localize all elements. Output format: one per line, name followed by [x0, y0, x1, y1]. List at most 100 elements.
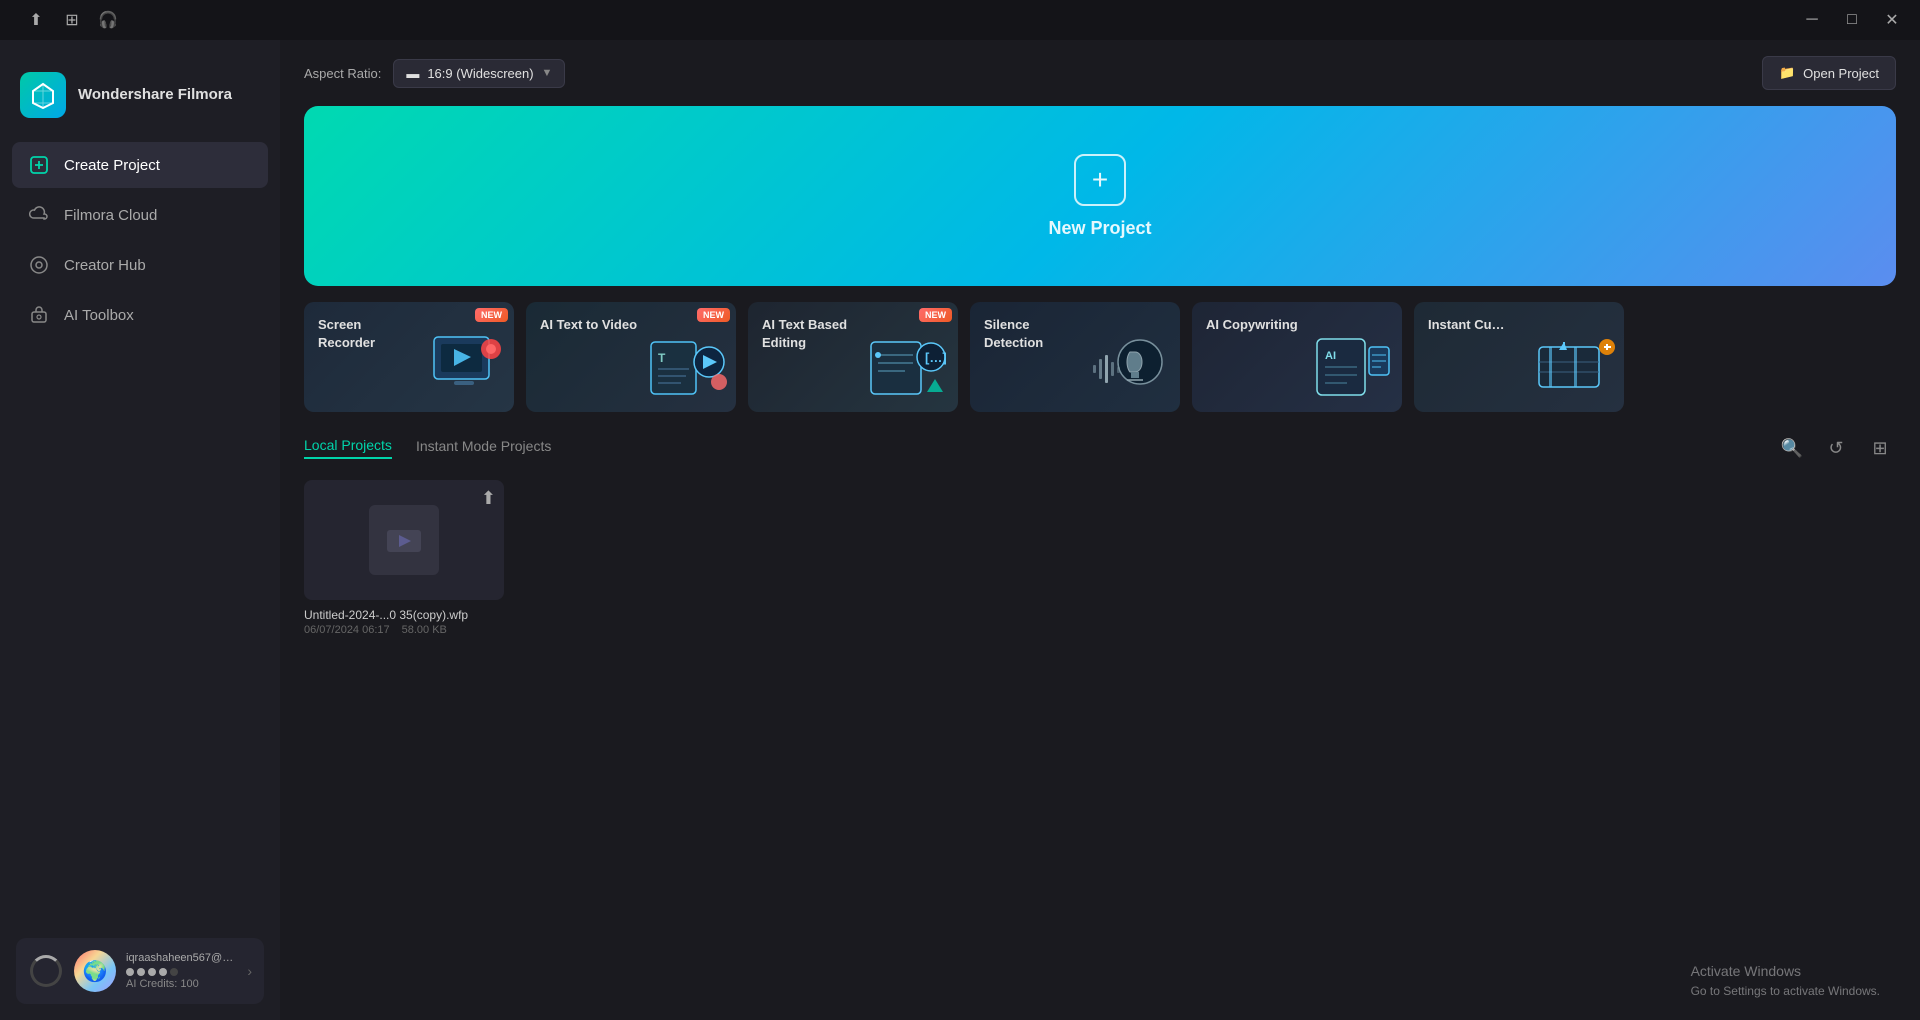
- feature-card-instant-cut[interactable]: Instant Cu…: [1414, 302, 1624, 412]
- open-project-button[interactable]: 📁 Open Project: [1762, 56, 1896, 90]
- app-name: Wondershare Filmora: [78, 85, 232, 105]
- create-project-icon: [28, 154, 50, 176]
- chevron-right-icon: ›: [247, 963, 252, 979]
- minimize-button[interactable]: ─: [1796, 4, 1828, 36]
- feature-card-label: AI Text to Video: [540, 316, 637, 334]
- user-dots: [126, 968, 237, 976]
- dot-2: [137, 968, 145, 976]
- sidebar: Wondershare Filmora Create Project: [0, 40, 280, 1020]
- aspect-ratio-label: Aspect Ratio:: [304, 66, 381, 81]
- feature-card-silence-detection[interactable]: Silence Detection: [970, 302, 1180, 412]
- search-button[interactable]: 🔍: [1776, 432, 1808, 464]
- refresh-button[interactable]: ↺: [1820, 432, 1852, 464]
- sidebar-item-label: Creator Hub: [64, 257, 146, 274]
- svg-text:T: T: [658, 351, 666, 365]
- project-name: Untitled-2024-...0 35(copy).wfp: [304, 608, 504, 622]
- svg-text:[…]: […]: [925, 350, 947, 365]
- upload-icon: ⬆: [481, 488, 496, 509]
- folder-icon: 📁: [1779, 65, 1795, 81]
- user-credits: AI Credits: 100: [126, 978, 237, 990]
- main-layout: Wondershare Filmora Create Project: [0, 40, 1920, 1020]
- aspect-ratio-value: 16:9 (Widescreen): [427, 66, 533, 81]
- open-project-label: Open Project: [1803, 66, 1879, 81]
- dot-1: [126, 968, 134, 976]
- instant-cut-icon: [1529, 327, 1619, 407]
- dot-3: [148, 968, 156, 976]
- project-meta: 06/07/2024 06:17 58.00 KB: [304, 624, 504, 636]
- dot-4: [159, 968, 167, 976]
- ai-text-based-editing-icon: […]: [863, 327, 953, 407]
- projects-tabs: Local Projects Instant Mode Projects 🔍 ↺…: [304, 432, 1896, 464]
- aspect-ratio-dropdown[interactable]: ▬ 16:9 (Widescreen) ▼: [393, 59, 565, 88]
- project-thumbnail: ⬆: [304, 480, 504, 600]
- sidebar-item-filmora-cloud[interactable]: Filmora Cloud: [12, 192, 268, 238]
- nav-items: Create Project Filmora Cloud Creator: [0, 142, 280, 338]
- feature-card-ai-text-based-editing[interactable]: NEW AI Text Based Editing […]: [748, 302, 958, 412]
- dot-5: [170, 968, 178, 976]
- titlebar: ⬆ ⊞ 🎧 ─ □ ✕: [0, 0, 1920, 40]
- feature-cards: NEW Screen Recorder NEW AI Text to V: [304, 302, 1896, 412]
- sidebar-bottom: 🌍 iqraashaheen567@gmail.c... AI Credits:…: [0, 922, 280, 1020]
- feature-card-label: Silence Detection: [984, 316, 1084, 352]
- tab-instant-mode-projects[interactable]: Instant Mode Projects: [416, 438, 551, 458]
- projects-actions: 🔍 ↺ ⊞: [1776, 432, 1896, 464]
- headset-icon-btn[interactable]: 🎧: [92, 4, 124, 36]
- new-badge: NEW: [475, 308, 508, 322]
- user-info: iqraashaheen567@gmail.c... AI Credits: 1…: [126, 952, 237, 990]
- content-area: Aspect Ratio: ▬ 16:9 (Widescreen) ▼ 📁 Op…: [280, 40, 1920, 1020]
- user-avatar: 🌍: [74, 950, 116, 992]
- maximize-button[interactable]: □: [1836, 4, 1868, 36]
- silence-detection-icon: [1085, 327, 1175, 407]
- feature-card-label: AI Text Based Editing: [762, 316, 862, 352]
- project-thumbnail-inner: [369, 505, 439, 575]
- user-email: iqraashaheen567@gmail.c...: [126, 952, 237, 964]
- sidebar-item-label: Create Project: [64, 157, 160, 174]
- projects-grid: ⬆ Untitled-2024-...0 35(copy).wfp 06/07/…: [304, 480, 1896, 636]
- logo-area: Wondershare Filmora: [0, 56, 280, 142]
- new-project-label: New Project: [1048, 218, 1151, 239]
- app-title: Wondershare Filmora: [78, 85, 232, 105]
- project-card[interactable]: ⬆ Untitled-2024-...0 35(copy).wfp 06/07/…: [304, 480, 504, 636]
- feature-card-label: AI Copywriting: [1206, 316, 1298, 334]
- feature-card-label: Screen Recorder: [318, 316, 418, 352]
- aspect-ratio-selector: Aspect Ratio: ▬ 16:9 (Widescreen) ▼: [304, 59, 565, 88]
- feature-card-screen-recorder[interactable]: NEW Screen Recorder: [304, 302, 514, 412]
- filmora-cloud-icon: [28, 204, 50, 226]
- screen-recorder-icon: [419, 327, 509, 407]
- new-badge: NEW: [919, 308, 952, 322]
- hero-banner[interactable]: + New Project: [304, 106, 1896, 286]
- creator-hub-icon: [28, 254, 50, 276]
- top-bar: Aspect Ratio: ▬ 16:9 (Widescreen) ▼ 📁 Op…: [280, 40, 1920, 106]
- activate-windows-notice: Activate Windows Go to Settings to activ…: [1691, 961, 1880, 1000]
- close-button[interactable]: ✕: [1876, 4, 1908, 36]
- new-project-icon: +: [1074, 154, 1126, 206]
- projects-section: Local Projects Instant Mode Projects 🔍 ↺…: [280, 432, 1920, 1020]
- app-logo-icon: [20, 72, 66, 118]
- titlebar-icons: ⬆ ⊞ 🎧: [12, 4, 124, 36]
- tab-local-projects[interactable]: Local Projects: [304, 437, 392, 459]
- user-card[interactable]: 🌍 iqraashaheen567@gmail.c... AI Credits:…: [16, 938, 264, 1004]
- feature-card-label: Instant Cu…: [1428, 316, 1505, 334]
- ai-toolbox-icon: [28, 304, 50, 326]
- activate-windows-title: Activate Windows: [1691, 961, 1880, 982]
- sidebar-item-create-project[interactable]: Create Project: [12, 142, 268, 188]
- grid-view-button[interactable]: ⊞: [1864, 432, 1896, 464]
- chevron-down-icon: ▼: [542, 67, 553, 79]
- feature-card-ai-text-to-video[interactable]: NEW AI Text to Video T: [526, 302, 736, 412]
- sidebar-item-creator-hub[interactable]: Creator Hub: [12, 242, 268, 288]
- sidebar-item-label: AI Toolbox: [64, 307, 134, 324]
- upload-icon-btn[interactable]: ⬆: [20, 4, 52, 36]
- project-size: 58.00 KB: [402, 624, 447, 636]
- activate-windows-subtitle: Go to Settings to activate Windows.: [1691, 982, 1880, 1000]
- sidebar-item-label: Filmora Cloud: [64, 207, 157, 224]
- screen-icon: ▬: [406, 66, 419, 81]
- feature-card-ai-copywriting[interactable]: AI Copywriting AI: [1192, 302, 1402, 412]
- grid-icon-btn[interactable]: ⊞: [56, 4, 88, 36]
- new-badge: NEW: [697, 308, 730, 322]
- ai-text-to-video-icon: T: [641, 327, 731, 407]
- sidebar-item-ai-toolbox[interactable]: AI Toolbox: [12, 292, 268, 338]
- project-date: 06/07/2024 06:17: [304, 624, 390, 636]
- ai-copywriting-icon: AI: [1307, 327, 1397, 407]
- svg-text:AI: AI: [1325, 350, 1336, 362]
- loading-spinner: [28, 953, 64, 989]
